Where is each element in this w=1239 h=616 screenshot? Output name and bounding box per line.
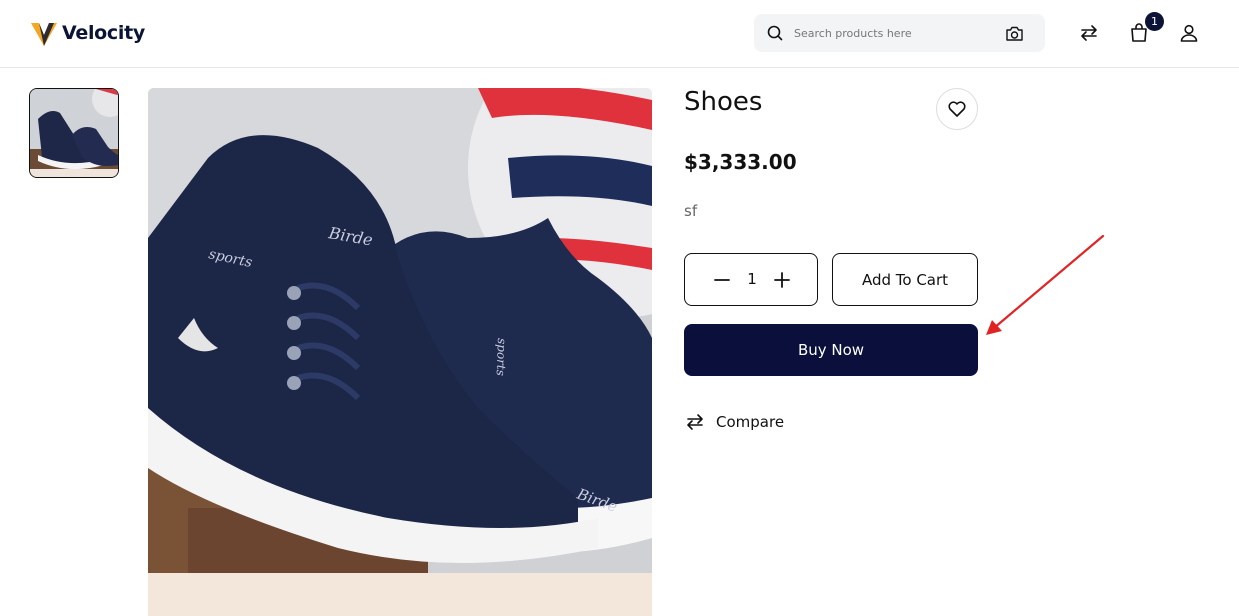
minus-icon[interactable] (712, 270, 732, 290)
product-main-image[interactable]: sports Birde sports Birde (148, 88, 652, 616)
camera-icon[interactable] (1005, 25, 1024, 42)
search-bar (754, 14, 1045, 52)
shoe-product-photo: sports Birde sports Birde (148, 88, 652, 616)
heart-icon (948, 101, 966, 117)
wishlist-button[interactable] (936, 88, 978, 130)
annotation-arrow-icon (986, 234, 1105, 335)
search-input[interactable] (794, 14, 999, 52)
plus-icon[interactable] (772, 270, 792, 290)
user-icon[interactable] (1178, 22, 1200, 44)
v-logo-icon (31, 23, 57, 46)
quantity-value[interactable]: 1 (742, 270, 762, 288)
compare-link[interactable]: Compare (684, 410, 784, 434)
brand-logo[interactable]: Velocity (30, 18, 145, 48)
buy-now-button[interactable]: Buy Now (684, 324, 978, 376)
shoe-thumbnail-image (30, 89, 118, 177)
brand-name: Velocity (62, 22, 145, 44)
product-description: sf (684, 202, 698, 220)
svg-text:sports: sports (494, 338, 509, 376)
swap-arrows-icon (687, 414, 703, 430)
search-icon[interactable] (766, 24, 784, 42)
product-price: $3,333.00 (684, 150, 797, 174)
add-to-cart-button[interactable]: Add To Cart (832, 253, 978, 306)
cart-count-badge: 1 (1145, 12, 1164, 31)
product-thumbnail[interactable] (29, 88, 119, 178)
site-header: Velocity 1 (0, 0, 1239, 68)
product-title: Shoes (684, 87, 763, 117)
compare-label: Compare (716, 413, 785, 431)
quantity-stepper: 1 (684, 253, 818, 306)
swap-arrows-icon[interactable] (1078, 22, 1100, 44)
